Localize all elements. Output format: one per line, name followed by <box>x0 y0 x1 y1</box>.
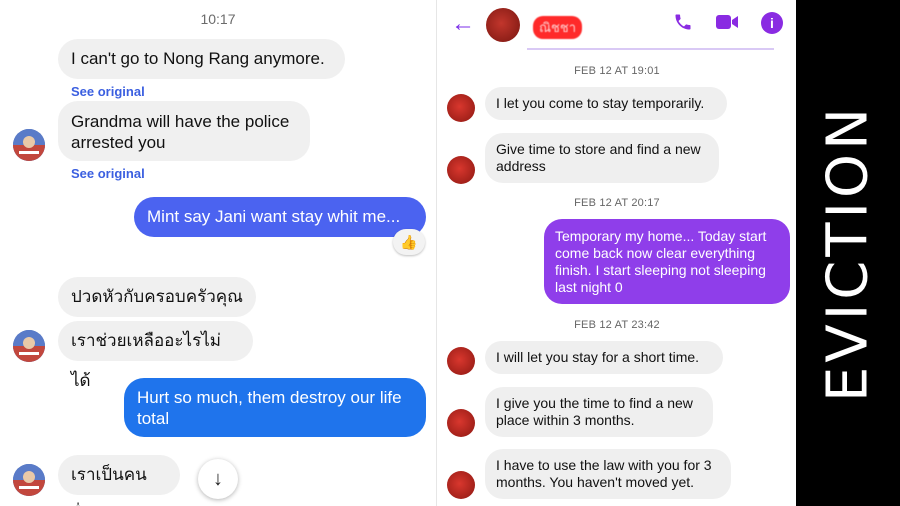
contact-name[interactable]: ณิชชา <box>533 16 583 39</box>
video-glyph <box>716 15 738 29</box>
video-icon[interactable] <box>715 12 739 38</box>
contact-avatar[interactable] <box>486 8 520 42</box>
incoming-message[interactable]: I will let you stay for a short time. <box>485 341 723 374</box>
see-original-link[interactable]: See original <box>71 166 145 181</box>
incoming-message[interactable]: ปวดหัวกับครอบครัวคุณ <box>58 277 256 317</box>
incoming-message[interactable]: เราช่วยเหลืออะไรไม่ได้ <box>58 321 253 390</box>
avatar-image <box>13 330 45 362</box>
contact-avatar-small[interactable] <box>447 156 475 184</box>
chat-header: ← ณิชชา i <box>437 0 797 50</box>
sender-avatar[interactable] <box>13 129 45 161</box>
date-separator: FEB 12 AT 19:01 <box>574 65 660 77</box>
sender-avatar[interactable] <box>13 464 45 496</box>
incoming-message[interactable]: เราเป็นคนอื่น <box>58 455 180 506</box>
incoming-message[interactable]: I have to use the law with you for 3 mon… <box>485 449 731 499</box>
date-separator: FEB 12 AT 23:42 <box>574 319 660 331</box>
see-original-link[interactable]: See original <box>71 84 145 99</box>
header-divider <box>527 48 774 50</box>
incoming-message[interactable]: Grandma will have the police arrested yo… <box>58 101 310 161</box>
banner-title: EVICTION <box>815 104 881 402</box>
chat-timestamp: 10:17 <box>200 11 236 27</box>
left-chat-panel: 10:17 I can't go to Nong Rang anymore. S… <box>0 0 436 506</box>
thumbs-up-reaction[interactable]: 👍 <box>393 229 425 255</box>
contact-avatar-small[interactable] <box>447 347 475 375</box>
phone-glyph <box>675 14 691 30</box>
side-banner: EVICTION <box>796 0 900 506</box>
outgoing-message[interactable]: Mint say Jani want stay whit me... <box>134 197 426 237</box>
phone-icon[interactable] <box>673 12 693 38</box>
arrow-down-icon: ↓ <box>213 468 223 490</box>
avatar-image <box>13 464 45 496</box>
avatar-image <box>13 129 45 161</box>
outgoing-message[interactable]: Temporary my home... Today start come ba… <box>544 219 790 304</box>
contact-avatar-small[interactable] <box>447 471 475 499</box>
sender-avatar[interactable] <box>13 330 45 362</box>
outgoing-message[interactable]: Hurt so much, them destroy our life tota… <box>124 378 426 437</box>
contact-avatar-small[interactable] <box>447 94 475 122</box>
incoming-message[interactable]: I let you come to stay temporarily. <box>485 87 727 120</box>
incoming-message[interactable]: I can't go to Nong Rang anymore. <box>58 39 345 79</box>
contact-avatar-small[interactable] <box>447 409 475 437</box>
incoming-message[interactable]: I give you the time to find a new place … <box>485 387 713 437</box>
incoming-message[interactable]: Give time to store and find a new addres… <box>485 133 719 183</box>
scroll-down-button[interactable]: ↓ <box>198 459 238 499</box>
date-separator: FEB 12 AT 20:17 <box>574 197 660 209</box>
info-icon[interactable]: i <box>761 12 783 34</box>
back-arrow-icon[interactable]: ← <box>451 10 475 38</box>
middle-chat-panel: ← ณิชชา i FEB 12 AT 19:01 I let you come… <box>436 0 797 506</box>
